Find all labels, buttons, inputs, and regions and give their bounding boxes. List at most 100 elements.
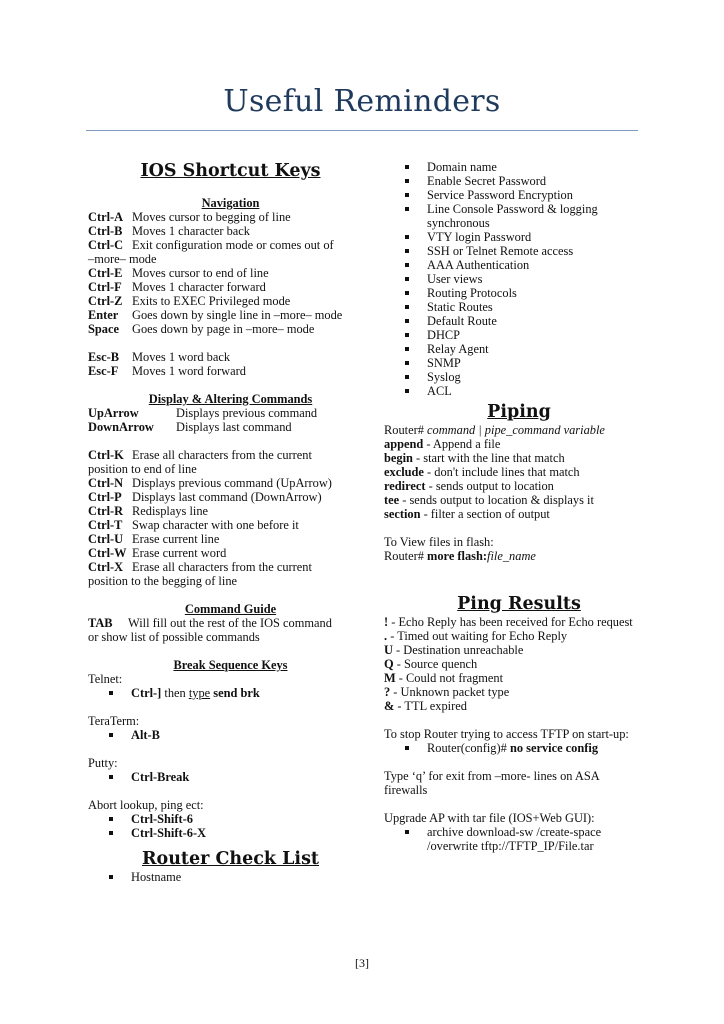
shortcut-row: Ctrl-C Exit configuration mode or comes o… xyxy=(88,238,373,252)
ping-result-item: M - Could not fragment xyxy=(384,671,654,685)
shortcut-row: Ctrl-Z Exits to EXEC Privileged mode xyxy=(88,294,373,308)
piping-list: append - Append a file begin - start with… xyxy=(384,437,654,521)
shortcut-key: TAB xyxy=(88,616,113,630)
list-item: Ctrl-Shift-6 xyxy=(88,812,373,826)
piping-heading: Piping xyxy=(487,402,551,422)
flash-command: Router# more flash:file_name xyxy=(384,549,536,563)
shortcut-key: Ctrl-R xyxy=(88,504,124,518)
list-item: Alt-B xyxy=(88,728,373,742)
ping-desc: - Unknown packet type xyxy=(390,685,510,699)
router-check-list-left: Hostname xyxy=(88,870,373,884)
tab-shortcut-row: TAB Will fill out the rest of the IOS co… xyxy=(88,616,373,630)
shortcut-desc: Displays previous command (UpArrow) xyxy=(132,476,332,490)
shortcut-desc-cont: or show list of possible commands xyxy=(88,630,260,644)
shortcut-desc-cont: position to the begging of line xyxy=(88,574,238,588)
tftp-list: Router(config)# no service config xyxy=(384,741,654,755)
shortcut-row: Ctrl-K Erase all characters from the curr… xyxy=(88,448,373,462)
shortcut-row: DownArrow Displays last command xyxy=(88,420,373,434)
shortcut-key: DownArrow xyxy=(88,420,154,434)
list-item: Routing Protocols xyxy=(384,286,654,300)
esc-keys-list: Esc-B Moves 1 word back Esc-F Moves 1 word … xyxy=(88,350,373,378)
ping-desc: - Destination unreachable xyxy=(392,643,524,657)
list-item: Default Route xyxy=(384,314,654,328)
list-item: Syslog xyxy=(384,370,654,384)
shortcut-desc: Moves cursor to end of line xyxy=(132,266,269,280)
shortcut-key: Esc-B xyxy=(88,350,119,364)
pipe-desc: - Append a file xyxy=(423,437,501,451)
right-column: Domain name Enable Secret Password Service… xyxy=(384,160,654,853)
shortcut-key: Ctrl-Z xyxy=(88,294,123,308)
teraterm-list: Alt-B xyxy=(88,728,373,742)
shortcut-key: Space xyxy=(88,322,119,336)
tftp-label: To stop Router trying to access TFTP on … xyxy=(384,727,629,741)
shortcut-key: Ctrl-P xyxy=(88,490,122,504)
left-column: IOS Shortcut Keys Navigation Ctrl-A Moves… xyxy=(88,160,373,884)
ping-desc: - TTL expired xyxy=(394,699,467,713)
page-number: [3] xyxy=(355,956,369,970)
list-item: Domain name xyxy=(384,160,654,174)
shortcut-row: UpArrow Displays previous command xyxy=(88,406,373,420)
ping-symbol: U xyxy=(384,643,393,657)
list-item: SSH or Telnet Remote access xyxy=(384,244,654,258)
shortcut-key: Ctrl-A xyxy=(88,210,124,224)
arrow-keys-list: UpArrow Displays previous command DownArro… xyxy=(88,406,373,434)
shortcut-desc: Moves cursor to begging of line xyxy=(132,210,291,224)
shortcut-desc: Displays previous command xyxy=(176,406,318,420)
shortcut-desc: Goes down by page in –more– mode xyxy=(132,322,315,336)
list-item: Router(config)# no service config xyxy=(384,741,654,755)
title-divider xyxy=(86,130,638,131)
pipe-desc: - sends output to location & displays it xyxy=(399,493,594,507)
pipe-desc: - don't include lines that match xyxy=(423,465,580,479)
shortcut-key: Ctrl-F xyxy=(88,280,122,294)
list-item: Static Routes xyxy=(384,300,654,314)
list-item: Enable Secret Password xyxy=(384,174,654,188)
display-altering-heading: Display & Altering Commands xyxy=(148,392,313,406)
telnet-label: Telnet: xyxy=(88,672,123,686)
shortcut-desc: Erase all characters from the current xyxy=(132,448,312,462)
shortcut-desc: Displays last command xyxy=(176,420,292,434)
altering-commands-list: Ctrl-K Erase all characters from the curr… xyxy=(88,448,373,588)
ping-result-item: U - Destination unreachable xyxy=(384,643,654,657)
navigation-heading: Navigation xyxy=(201,196,260,210)
shortcut-desc: Moves 1 word back xyxy=(132,350,231,364)
shortcut-key: Ctrl-E xyxy=(88,266,123,280)
pipe-command: exclude xyxy=(384,465,424,479)
pipe-desc: - filter a section of output xyxy=(420,507,550,521)
ping-results-list: ! - Echo Reply has been received for Ech… xyxy=(384,615,654,713)
putty-label: Putty: xyxy=(88,756,118,770)
pipe-command: section xyxy=(384,507,421,521)
piping-item: exclude - don't include lines that match xyxy=(384,465,654,479)
flash-label: To View files in flash: xyxy=(384,535,494,549)
list-item: AAA Authentication xyxy=(384,258,654,272)
list-item: Service Password Encryption xyxy=(384,188,654,202)
list-item: DHCP xyxy=(384,328,654,342)
shortcut-row: Ctrl-E Moves cursor to end of line xyxy=(88,266,373,280)
shortcut-desc: Erase all characters from the current xyxy=(132,560,312,574)
shortcut-key: Ctrl-X xyxy=(88,560,124,574)
shortcut-row: Ctrl-B Moves 1 character back xyxy=(88,224,373,238)
ping-result-item: ? - Unknown packet type xyxy=(384,685,654,699)
ping-desc: - Source quench xyxy=(393,657,478,671)
ping-symbol: & xyxy=(384,699,395,713)
shortcut-desc: Exits to EXEC Privileged mode xyxy=(132,294,291,308)
shortcut-desc: Will fill out the rest of the IOS comman… xyxy=(128,616,332,630)
list-item: Hostname xyxy=(88,870,373,884)
page-title: Useful Reminders xyxy=(223,84,501,119)
shortcut-key: UpArrow xyxy=(88,406,139,420)
pipe-desc: - sends output to location xyxy=(425,479,554,493)
router-check-list-heading: Router Check List xyxy=(141,849,320,869)
shortcut-desc: Exit configuration mode or comes out of xyxy=(132,238,334,252)
piping-syntax: Router# command | pipe_command variable xyxy=(384,423,605,437)
shortcut-key: Ctrl-N xyxy=(88,476,124,490)
shortcut-key: Ctrl-U xyxy=(88,532,124,546)
shortcut-row: Ctrl-X Erase all characters from the curr… xyxy=(88,560,373,574)
ping-results-heading: Ping Results xyxy=(457,594,581,614)
navigation-list: Ctrl-A Moves cursor to begging of line Ctr… xyxy=(88,210,373,336)
upgrade-label: Upgrade AP with tar file (IOS+Web GUI): xyxy=(384,811,595,825)
shortcut-desc: Swap character with one before it xyxy=(132,518,299,532)
shortcut-row: Ctrl-A Moves cursor to begging of line xyxy=(88,210,373,224)
asa-note: Type ‘q’ for exit from –more- lines on A… xyxy=(384,769,600,797)
ping-result-item: & - TTL expired xyxy=(384,699,654,713)
list-item: User views xyxy=(384,272,654,286)
telnet-list: Ctrl-] then type send brk xyxy=(88,686,373,700)
